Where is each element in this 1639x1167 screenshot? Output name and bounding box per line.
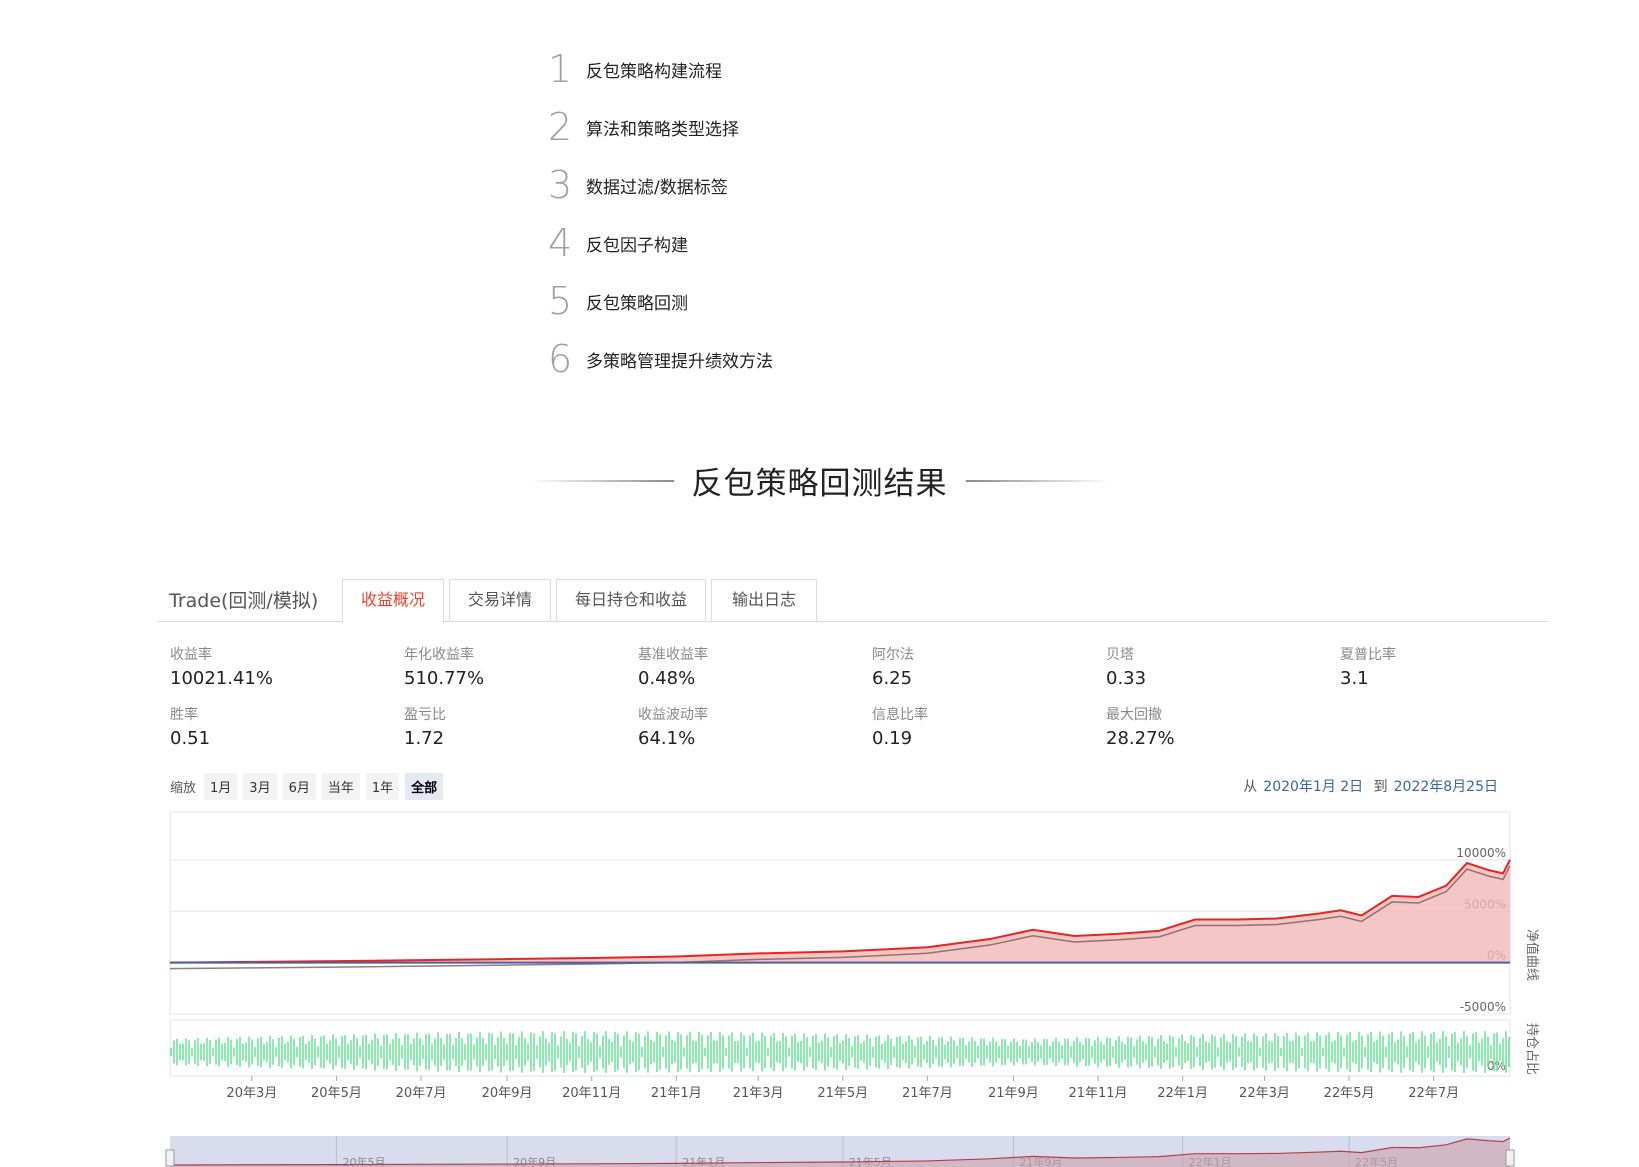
x-tick-label: 21年5月	[817, 1086, 868, 1101]
x-tick-label: 20年7月	[396, 1086, 447, 1101]
x-tick-label: 22年1月	[1157, 1086, 1208, 1101]
position-bars	[170, 1031, 1510, 1073]
navigator-handle-right	[1505, 1149, 1515, 1167]
x-tick-label: 21年9月	[988, 1086, 1039, 1101]
x-tick-label: 21年11月	[1068, 1086, 1127, 1101]
x-tick-label: 21年7月	[902, 1086, 953, 1101]
main-panel-label: 净值曲线	[1524, 929, 1540, 981]
equity-chart: 10000%5000%0%-5000%净值曲线持仓占比0%20年3月20年5月2…	[165, 811, 1540, 1167]
position-panel-label: 持仓占比	[1524, 1023, 1539, 1075]
x-tick-label: 22年5月	[1324, 1086, 1375, 1101]
x-tick-label: 20年11月	[562, 1086, 621, 1101]
x-tick-label: 21年1月	[651, 1086, 702, 1101]
x-tick-label: 20年5月	[311, 1086, 362, 1101]
x-tick-label: 22年3月	[1239, 1086, 1290, 1101]
main-panel-frame	[169, 811, 1511, 1015]
x-tick-label: 20年9月	[482, 1086, 533, 1101]
y-tick-label: 10000%	[1456, 846, 1506, 860]
y-tick-label: -5000%	[1460, 1000, 1506, 1014]
navigator-handle-left	[165, 1149, 175, 1167]
x-tick-label: 21年3月	[733, 1086, 784, 1101]
x-tick-label: 22年7月	[1408, 1086, 1459, 1101]
x-tick-label: 20年3月	[226, 1086, 277, 1101]
